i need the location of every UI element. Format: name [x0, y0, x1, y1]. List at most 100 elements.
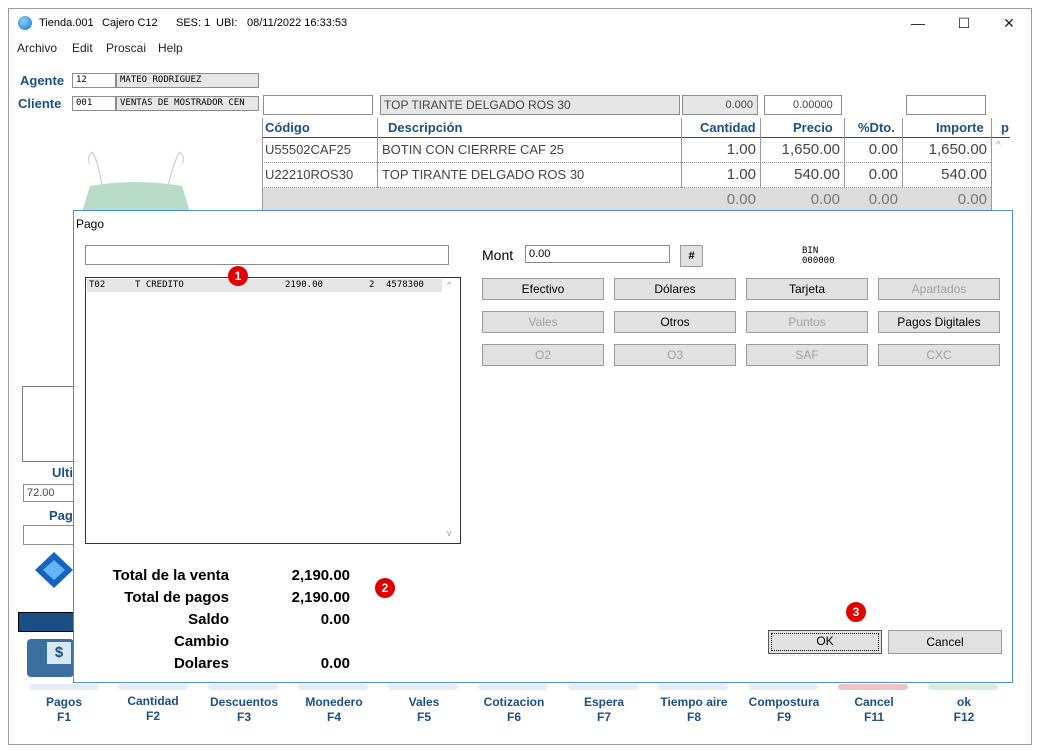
item-code-input[interactable] [263, 95, 373, 115]
fkey-key: F11 [863, 710, 884, 724]
dollar-icon: $ [47, 642, 71, 664]
cell-importe: 540.00 [941, 166, 987, 183]
fkey-bar-monedero [298, 684, 368, 690]
otros-button[interactable]: Otros [614, 311, 736, 333]
apartados-button[interactable]: Apartados [878, 278, 1000, 300]
fkey-label: Espera [583, 695, 625, 709]
close-button[interactable]: ✕ [999, 13, 1019, 33]
fkey-bar-cancel [838, 684, 908, 690]
fkey-vales[interactable]: Vales F5 [384, 695, 464, 725]
agent-name-field: MATEO RODRIGUEZ [116, 73, 259, 88]
payments-list[interactable]: T02 T CREDITO 2190.00 2 4578300 ^ v [85, 277, 461, 544]
o2-button[interactable]: O2 [482, 344, 604, 366]
fkey-key: F3 [236, 710, 251, 724]
fkey-label: Descuentos [209, 695, 279, 709]
payment-n: 2 [369, 280, 375, 290]
puntos-button[interactable]: Puntos [746, 311, 868, 333]
minimize-button[interactable]: — [908, 13, 928, 33]
cell-codigo: U22210ROS30 [265, 167, 354, 182]
cancel-button[interactable]: Cancel [888, 630, 1002, 654]
cambio-label: Cambio [173, 633, 229, 650]
item-extra-field[interactable] [906, 95, 986, 115]
agent-code-field[interactable]: 12 [72, 73, 116, 88]
fkey-cancel[interactable]: Cancel F11 [834, 695, 914, 725]
session-label: SES: 1 [176, 17, 211, 29]
annotation-badge-3: 3 [846, 602, 866, 622]
cell-dto: 0.00 [868, 166, 898, 183]
fkey-key: F7 [596, 710, 611, 724]
ok-button[interactable]: OK [768, 630, 882, 654]
fkey-cantidad[interactable]: Cantidad F2 [113, 694, 193, 724]
mont-input[interactable]: 0.00 [525, 245, 670, 263]
client-code-field[interactable]: 001 [72, 96, 116, 111]
menu-archivo[interactable]: Archivo [17, 41, 57, 55]
saf-button[interactable]: SAF [746, 344, 868, 366]
fkey-cotizacion[interactable]: Cotizacion F6 [474, 695, 554, 725]
hash-button[interactable]: # [680, 245, 703, 267]
store-label: Tienda.001 [39, 17, 94, 29]
fkey-compostura[interactable]: Compostura F9 [744, 695, 824, 725]
total-venta-value: 2,190.00 [291, 567, 350, 584]
grid-header-codigo[interactable]: Código [265, 118, 310, 137]
fkey-key: F8 [686, 710, 701, 724]
fkey-key: F12 [953, 710, 975, 724]
scroll-up-icon[interactable]: ^ [447, 280, 451, 290]
grid-header-p[interactable]: p [1001, 118, 1009, 137]
o3-button[interactable]: O3 [614, 344, 736, 366]
fkey-bar-cantidad [118, 684, 188, 690]
product-image [82, 151, 190, 210]
pagos-digitales-button[interactable]: Pagos Digitales [878, 311, 1000, 333]
blue-bar [18, 612, 74, 632]
vales-button[interactable]: Vales [482, 311, 604, 333]
cash-button[interactable]: $ [27, 639, 74, 677]
list-item[interactable]: T02 T CREDITO 2190.00 2 4578300 [87, 279, 442, 292]
menu-help[interactable]: Help [158, 41, 183, 55]
grid-scroll-up-icon[interactable]: ^ [996, 140, 1001, 151]
payment-search-input[interactable] [85, 245, 449, 265]
fkey-ok[interactable]: ok F12 [924, 695, 1004, 725]
grid-header-descripcion[interactable]: Descripción [388, 118, 462, 137]
dolares-label: Dolares [173, 655, 229, 672]
item-price-field[interactable]: 0.00000 [764, 95, 842, 115]
mont-label: Mont [482, 247, 514, 263]
fkey-bar-ok [928, 684, 998, 690]
fkey-label: Cantidad [127, 694, 179, 708]
fkey-label: Cancel [854, 695, 894, 709]
cell-cantidad: 1.00 [726, 166, 756, 183]
logo-icon [35, 552, 73, 588]
menu-proscai[interactable]: Proscai [106, 41, 146, 55]
fkey-descuentos[interactable]: Descuentos F3 [204, 695, 284, 725]
pag-field[interactable] [23, 525, 74, 545]
grid-col-separator [991, 118, 992, 210]
tarjeta-button[interactable]: Tarjeta [746, 278, 868, 300]
fkey-label: ok [956, 695, 971, 709]
fkey-key: F5 [416, 710, 431, 724]
bin-label: BIN [802, 246, 819, 256]
dialog-title: Pago [76, 217, 105, 231]
fkey-key: F2 [145, 709, 160, 723]
cell-precio: 540.00 [794, 166, 840, 183]
list-scrollbar[interactable]: ^ v [443, 278, 460, 543]
scroll-down-icon[interactable]: v [447, 528, 452, 538]
fkey-bar-espera [568, 684, 638, 690]
fkey-pagos[interactable]: Pagos F1 [24, 695, 104, 725]
fkey-key: F9 [776, 710, 791, 724]
grid-header-precio[interactable]: Precio [793, 118, 833, 137]
ulti-label: Ulti [52, 465, 73, 480]
maximize-button[interactable]: ☐ [954, 13, 974, 33]
efectivo-button[interactable]: Efectivo [482, 278, 604, 300]
grid-header-cantidad[interactable]: Cantidad [700, 118, 756, 137]
cxc-button[interactable]: CXC [878, 344, 1000, 366]
grid-header-importe[interactable]: Importe [936, 118, 984, 137]
grid-header-dto[interactable]: %Dto. [858, 118, 895, 137]
fkey-espera[interactable]: Espera F7 [564, 695, 644, 725]
datetime-label: 08/11/2022 16:33:53 [247, 17, 348, 29]
cell-dto: 0.00 [868, 141, 898, 158]
total-pagos-value: 2,190.00 [291, 589, 350, 606]
annotation-badge-2: 2 [375, 578, 395, 598]
saldo-value: 0.00 [320, 611, 350, 628]
fkey-tiempo-aire[interactable]: Tiempo aire F8 [654, 695, 734, 725]
dolares-button[interactable]: Dólares [614, 278, 736, 300]
menu-edit[interactable]: Edit [72, 41, 93, 55]
fkey-monedero[interactable]: Monedero F4 [294, 695, 374, 725]
